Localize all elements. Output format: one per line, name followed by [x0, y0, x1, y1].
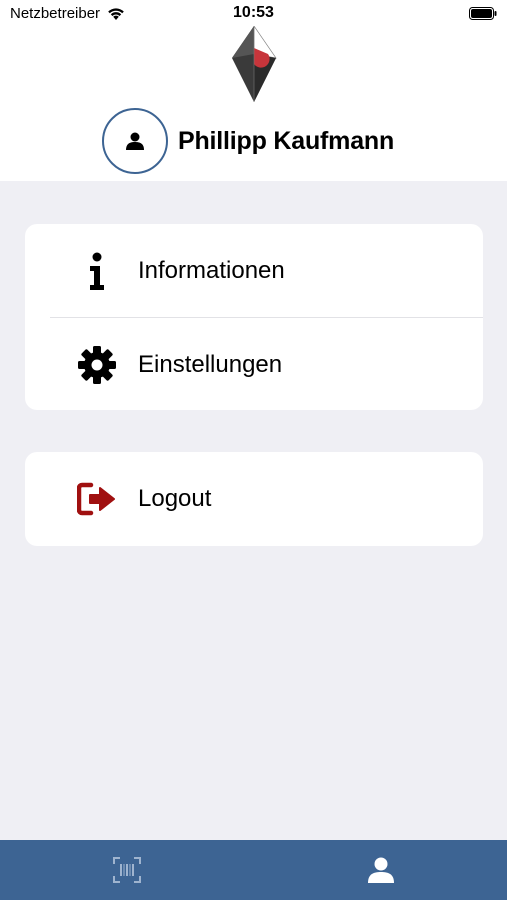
- gear-icon: [77, 345, 117, 385]
- profile-header: Netzbetreiber 10:53 Phillipp Kaufmann: [0, 0, 507, 181]
- user-name: Phillipp Kaufmann: [178, 126, 395, 155]
- user-icon: [367, 857, 394, 883]
- logout-icon: [77, 479, 117, 519]
- logout-button[interactable]: Logout: [25, 452, 483, 546]
- profile-summary: Phillipp Kaufmann: [102, 108, 394, 174]
- logout-label: Logout: [138, 485, 212, 512]
- app-logo: [232, 26, 277, 102]
- status-bar: Netzbetreiber 10:53: [0, 0, 507, 28]
- user-icon: [126, 132, 144, 150]
- barcode-scan-icon: [112, 857, 141, 883]
- menu-item-informationen[interactable]: Informationen: [25, 224, 483, 317]
- logout-card: Logout: [25, 452, 483, 546]
- battery-icon: [469, 7, 497, 20]
- menu-item-label: Einstellungen: [138, 350, 283, 378]
- status-time: 10:53: [233, 4, 274, 21]
- menu-item-einstellungen[interactable]: Einstellungen: [25, 318, 483, 410]
- avatar[interactable]: [102, 108, 168, 174]
- tab-bar: [0, 840, 507, 900]
- info-icon: [77, 251, 117, 291]
- settings-menu-card: Informationen Einstellungen: [25, 224, 483, 410]
- tab-scan[interactable]: [0, 840, 253, 900]
- tab-profile[interactable]: [254, 840, 507, 900]
- menu-item-label: Informationen: [138, 256, 285, 284]
